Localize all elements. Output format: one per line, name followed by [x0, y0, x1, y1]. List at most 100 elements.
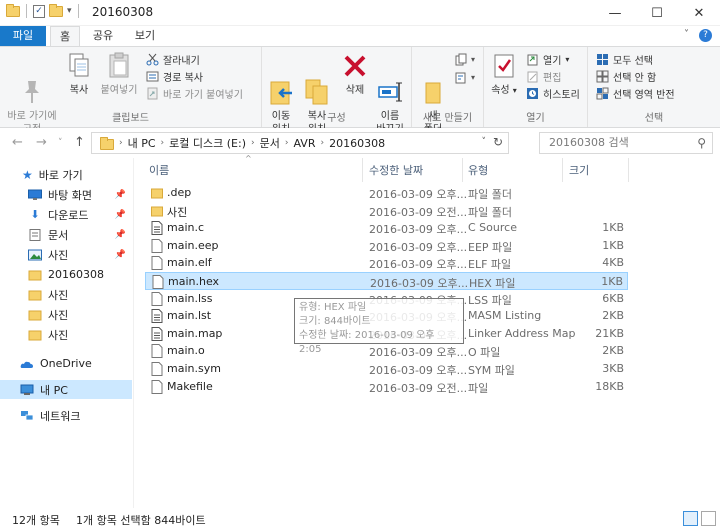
easy-access-button[interactable]: ▾	[454, 69, 475, 86]
tab-file[interactable]: 파일	[0, 26, 46, 46]
close-button[interactable]: ✕	[678, 0, 720, 26]
pin-icon[interactable]: 📌	[115, 230, 126, 240]
search-icon[interactable]: ⚲	[697, 133, 706, 153]
breadcrumb-avr[interactable]: AVR	[293, 137, 315, 150]
file-icon	[151, 238, 163, 253]
breadcrumb-separator-icon[interactable]: ›	[320, 138, 324, 148]
new-item-button[interactable]: ▾	[454, 51, 475, 68]
forward-arrow-icon[interactable]: →	[36, 135, 47, 150]
file-row[interactable]: 사진 2016-03-09 오전... 파일 폴더	[145, 202, 628, 220]
file-row[interactable]: Makefile 2016-03-09 오전... 파일 18KB	[145, 378, 628, 396]
properties-check-icon[interactable]: ✓	[33, 4, 45, 18]
file-row[interactable]: main.hex 2016-03-09 오후... HEX 파일 1KB	[145, 272, 628, 290]
open-group: 속성 ▾ 열기 ▾ 편집 히스토리 열기	[484, 47, 588, 127]
column-header-name[interactable]: 이름	[149, 162, 169, 180]
breadcrumb-local-disk[interactable]: 로컬 디스크 (E:)	[169, 135, 246, 151]
nav-item-pictures[interactable]: 사진 📌	[0, 245, 132, 264]
cut-button[interactable]: 잘라내기	[146, 51, 200, 68]
customize-toolbar-dropdown-icon[interactable]: ▾	[67, 6, 72, 16]
paste-shortcut-button[interactable]: 바로 가기 붙여넣기	[146, 85, 243, 102]
edit-button[interactable]: 편집	[526, 68, 561, 85]
new-folder-icon[interactable]	[49, 3, 63, 17]
column-header-date[interactable]: 수정한 날짜	[369, 162, 423, 180]
download-arrow-icon: ⬇	[30, 208, 40, 221]
breadcrumb-this-pc[interactable]: 내 PC	[128, 135, 156, 151]
nav-item-folder-20160308[interactable]: 20160308	[0, 265, 132, 284]
file-row[interactable]: main.sym 2016-03-09 오후... SYM 파일 3KB	[145, 360, 628, 378]
pin-icon[interactable]: 📌	[115, 250, 126, 260]
breadcrumb-current[interactable]: 20160308	[329, 137, 385, 150]
breadcrumb-separator-icon[interactable]: ›	[285, 138, 289, 148]
pin-icon[interactable]: 📌	[115, 190, 126, 200]
nav-item-folder-photos[interactable]: 사진	[0, 305, 132, 324]
recent-locations-chevron-icon[interactable]: ˅	[58, 138, 63, 148]
up-arrow-icon[interactable]: ↑	[74, 135, 85, 150]
nav-item-folder-photos[interactable]: 사진	[0, 285, 132, 304]
copy-path-button[interactable]: 경로 복사	[146, 68, 203, 85]
delete-button[interactable]: 삭제	[340, 51, 370, 97]
tab-view[interactable]: 보기	[128, 26, 162, 46]
select-all-button[interactable]: 모두 선택	[596, 51, 653, 68]
breadcrumb-separator-icon[interactable]: ›	[119, 138, 123, 148]
nav-item-documents[interactable]: 문서 📌	[0, 225, 132, 244]
column-divider[interactable]	[628, 158, 629, 182]
open-button[interactable]: 열기 ▾	[526, 51, 569, 68]
details-view-icon[interactable]	[683, 511, 698, 526]
file-row[interactable]: .dep 2016-03-09 오후... 파일 폴더	[145, 184, 628, 202]
tooltip-type: 유형: HEX 파일	[299, 302, 367, 313]
file-row[interactable]: main.c 2016-03-09 오후... C Source 1KB	[145, 219, 628, 237]
search-input[interactable]: 20160308 검색 ⚲	[539, 132, 713, 154]
folder-icon	[151, 188, 163, 199]
column-divider[interactable]	[562, 158, 563, 182]
back-arrow-icon[interactable]: ←	[12, 135, 23, 150]
column-header-size[interactable]: 크기	[569, 162, 589, 180]
nav-quick-access[interactable]: ★ 바로 가기	[0, 165, 132, 184]
file-row[interactable]: main.elf 2016-03-09 오후... ELF 파일 4KB	[145, 254, 628, 272]
nav-item-folder-photos[interactable]: 사진	[0, 325, 132, 344]
nav-item-downloads[interactable]: ⬇ 다운로드 📌	[0, 205, 132, 224]
minimize-button[interactable]: —	[594, 0, 636, 26]
breadcrumb-separator-icon[interactable]: ›	[161, 138, 165, 148]
pin-icon[interactable]: 📌	[115, 210, 126, 220]
maximize-button[interactable]: ☐	[636, 0, 678, 26]
tab-home[interactable]: 홈	[50, 26, 80, 46]
nav-network[interactable]: 네트워크	[0, 406, 132, 425]
select-all-icon	[597, 54, 608, 65]
nav-onedrive[interactable]: OneDrive	[0, 354, 132, 373]
column-divider[interactable]	[362, 158, 363, 182]
help-icon[interactable]: ?	[699, 29, 712, 42]
address-bar[interactable]: › 내 PC › 로컬 디스크 (E:) › 문서 › AVR › 201603…	[91, 132, 509, 154]
breadcrumb-documents[interactable]: 문서	[260, 135, 280, 151]
nav-this-pc[interactable]: 내 PC	[0, 380, 132, 399]
address-dropdown-icon[interactable]: ˅	[482, 137, 487, 147]
file-size: 2KB	[602, 309, 624, 323]
file-name: main.sym	[167, 362, 221, 375]
pin-icon	[19, 64, 45, 103]
history-button[interactable]: 히스토리	[526, 85, 580, 102]
folder-icon	[6, 3, 20, 17]
ribbon-collapse-icon[interactable]: ˅	[684, 29, 689, 42]
file-size: 4KB	[602, 256, 624, 270]
open-dropdown-icon: ▾	[565, 55, 570, 64]
file-type: ELF 파일	[468, 258, 512, 272]
invert-selection-button[interactable]: 선택 영역 반전	[596, 85, 675, 102]
properties-button[interactable]: 속성 ▾	[488, 51, 520, 97]
quick-access-toolbar: ✓ ▾	[6, 3, 81, 18]
column-divider[interactable]	[462, 158, 463, 182]
select-none-button[interactable]: 선택 안 함	[596, 68, 656, 85]
organize-group: 이동 위치 복사 위치 삭제 이름 바꾸기 구성	[262, 47, 412, 135]
file-size: 3KB	[602, 362, 624, 375]
file-row[interactable]: main.eep 2016-03-09 오후... EEP 파일 1KB	[145, 237, 628, 255]
paste-button[interactable]: 붙여넣기	[98, 51, 140, 97]
large-icons-view-icon[interactable]	[701, 511, 716, 526]
new-group: 새 폴더 ▾ ▾ 새로 만들기	[412, 47, 484, 135]
tab-share[interactable]: 공유	[86, 26, 120, 46]
nav-item-desktop[interactable]: 바탕 화면 📌	[0, 185, 132, 204]
file-date: 2016-03-09 오후...	[369, 240, 468, 254]
window-title: 20160308	[92, 5, 154, 19]
copy-button[interactable]: 복사	[62, 51, 96, 97]
organize-group-label: 구성	[327, 113, 346, 124]
breadcrumb-separator-icon[interactable]: ›	[251, 138, 255, 148]
refresh-icon[interactable]: ↻	[493, 135, 503, 149]
column-header-type[interactable]: 유형	[468, 162, 488, 180]
